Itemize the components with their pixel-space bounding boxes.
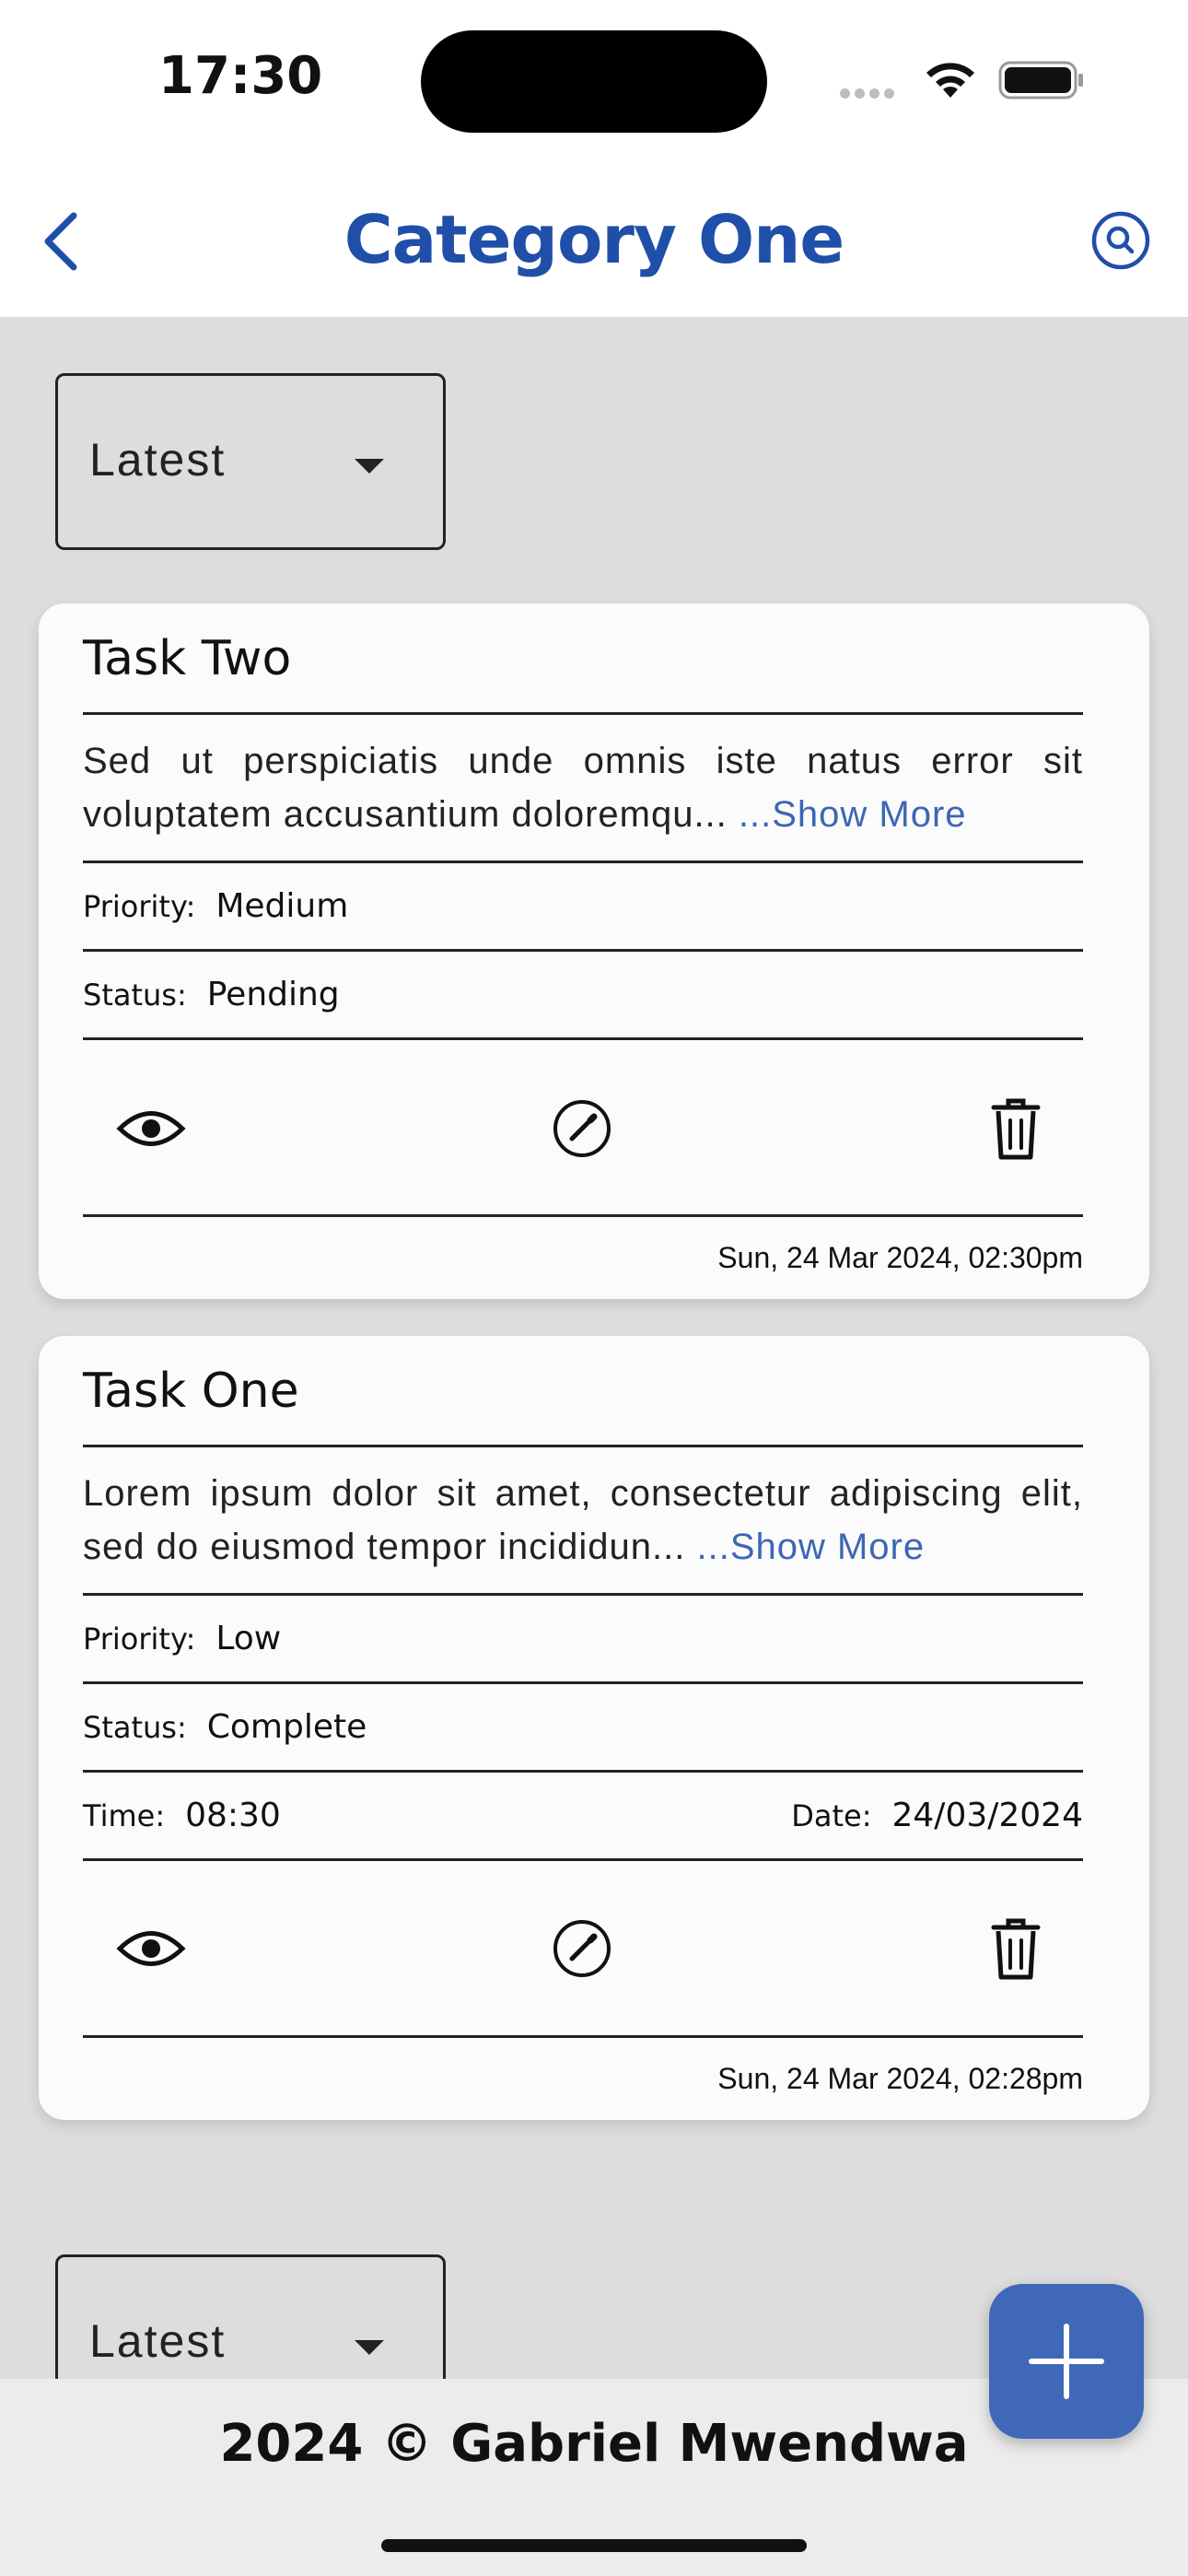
status-row: Status: Pending [83,976,340,1013]
divider [83,1770,1083,1773]
eye-icon [116,1931,186,1966]
edit-icon [553,1100,611,1157]
caret-down-icon [355,2340,384,2355]
divider [83,1681,1083,1684]
status-row: Status: Complete [83,1708,367,1746]
task-timestamp: Sun, 24 Mar 2024, 02:28pm [717,2062,1083,2095]
add-task-button[interactable] [989,2284,1144,2439]
dynamic-island [421,30,767,133]
edit-button[interactable] [541,1087,623,1170]
status-label: Status: [83,978,187,1013]
divider [83,2035,1083,2038]
date-value: 24/03/2024 [891,1797,1084,1834]
priority-value: Medium [215,887,349,925]
status-value: Complete [206,1708,367,1746]
top-bar: 17:30 Category One [0,0,1188,317]
plus-icon [1029,2324,1104,2399]
priority-label: Priority: [83,1622,196,1657]
task-card: Task Two Sed ut perspiciatis unde omnis … [39,603,1149,1299]
view-button[interactable] [110,1087,192,1170]
divider [83,1037,1083,1040]
show-more-link[interactable]: ...Show More [728,794,967,835]
divider [83,712,1083,715]
date-row: Date: 24/03/2024 [791,1797,1083,1834]
status-time: 17:30 [158,46,323,106]
sort-dropdown[interactable]: Latest [55,373,446,550]
time-value: 08:30 [185,1797,281,1834]
search-button[interactable] [1090,210,1151,271]
cellular-signal-icon [840,85,899,102]
status-label: Status: [83,1710,187,1745]
edit-icon [553,1920,611,1977]
delete-button[interactable] [974,1087,1057,1170]
task-title: Task Two [83,631,292,686]
task-timestamp: Sun, 24 Mar 2024, 02:30pm [717,1241,1083,1274]
status-value: Pending [206,976,340,1013]
divider [83,1214,1083,1217]
divider [83,1445,1083,1447]
priority-value: Low [215,1620,282,1657]
time-label: Time: [83,1798,166,1833]
search-icon [1091,211,1150,270]
task-title: Task One [83,1364,299,1419]
date-label: Date: [791,1798,872,1833]
time-row: Time: 08:30 [83,1797,281,1834]
delete-button[interactable] [974,1907,1057,1990]
sort-dropdown-value: Latest [89,2315,227,2367]
view-button[interactable] [110,1907,192,1990]
task-card: Task One Lorem ipsum dolor sit amet, con… [39,1336,1149,2120]
sort-dropdown-value: Latest [89,434,227,486]
task-description: Sed ut perspiciatis unde omnis iste natu… [83,734,1083,841]
divider [83,1858,1083,1861]
trash-icon [991,1918,1041,1980]
task-description-text: Lorem ipsum dolor sit amet, consectetur … [83,1473,1083,1567]
caret-down-icon [355,459,384,474]
priority-row: Priority: Low [83,1620,281,1657]
priority-row: Priority: Medium [83,887,348,925]
battery-icon [998,61,1083,100]
eye-icon [116,1111,186,1146]
chevron-left-icon [44,212,77,271]
priority-label: Priority: [83,889,196,924]
home-indicator[interactable] [381,2539,807,2552]
back-button[interactable] [33,205,88,278]
divider [83,861,1083,863]
divider [83,1593,1083,1596]
show-more-link[interactable]: ...Show More [685,1527,925,1567]
trash-icon [991,1098,1041,1160]
task-description: Lorem ipsum dolor sit amet, consectetur … [83,1467,1083,1574]
wifi-icon [926,63,974,98]
edit-button[interactable] [541,1907,623,1990]
page-title: Category One [344,201,844,278]
divider [83,949,1083,952]
